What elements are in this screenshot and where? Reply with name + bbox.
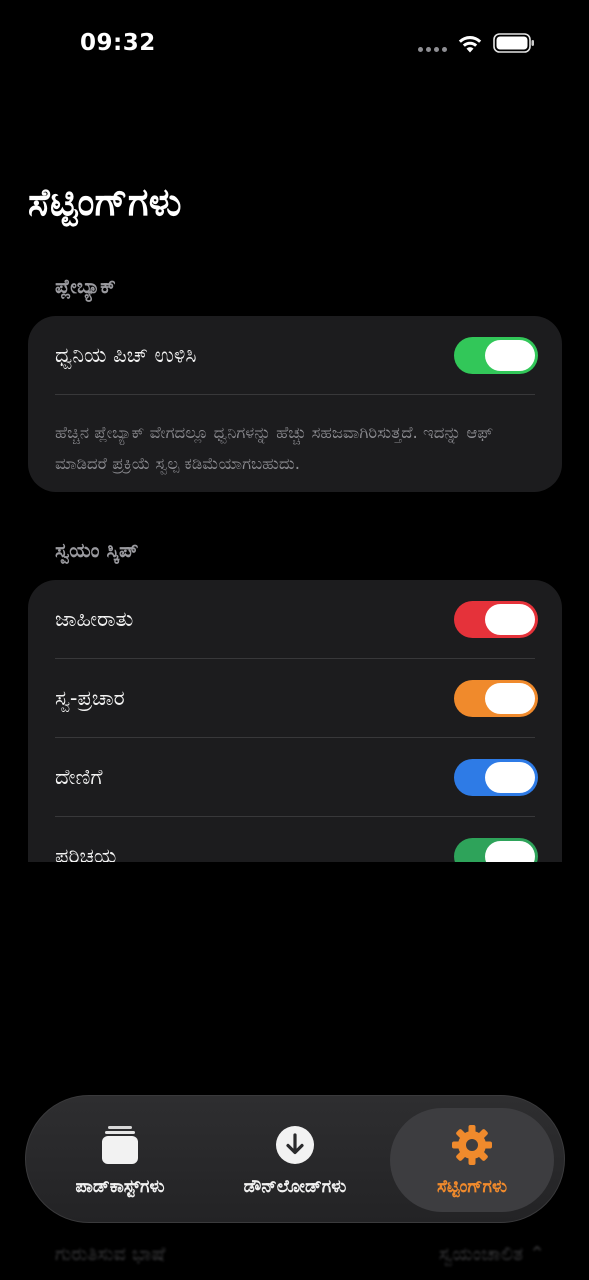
tab-podcasts[interactable]: ಪಾಡ್‌ಕಾಸ್ಟ್‌ಗಳು	[40, 1096, 200, 1224]
row-self-promo[interactable]: ಸ್ವ-ಪ್ರಚಾರ	[28, 659, 562, 738]
self-promo-toggle[interactable]	[454, 680, 538, 717]
tab-downloads[interactable]: ಡೌನ್‌ಲೋಡ್‌ಗಳು	[214, 1096, 376, 1224]
ads-toggle[interactable]	[454, 601, 538, 638]
row-label: ದೇಣಿಗೆ	[55, 765, 103, 789]
tab-settings[interactable]: ಸೆಟ್ಟಿಂಗ್‌ಗಳು	[392, 1096, 552, 1224]
row-ads[interactable]: ಜಾಹೀರಾತು	[28, 580, 562, 659]
row-label: ಸ್ವ-ಪ್ರಚಾರ	[55, 686, 125, 710]
battery-icon	[493, 33, 534, 53]
tab-label: ಸೆಟ್ಟಿಂಗ್‌ಗಳು	[436, 1177, 508, 1197]
tab-label: ಪಾಡ್‌ಕಾಸ್ಟ್‌ಗಳು	[75, 1177, 165, 1197]
status-bar: 09:32	[0, 0, 589, 90]
cellular-icon	[418, 47, 447, 52]
divider	[55, 394, 535, 395]
tab-bar: ಪಾಡ್‌ಕಾಸ್ಟ್‌ಗಳು ಡೌನ್‌ಲೋಡ್‌ಗಳು	[25, 1095, 565, 1223]
row-label: ಧ್ವನಿಯ ಪಿಚ್ ಉಳಿಸಿ	[55, 343, 197, 367]
row-donation[interactable]: ದೇಣಿಗೆ	[28, 738, 562, 817]
donation-toggle[interactable]	[454, 759, 538, 796]
toggle-knob	[485, 340, 535, 371]
wifi-icon	[458, 36, 482, 53]
stack-icon	[98, 1123, 142, 1167]
playback-description: ಹೆಚ್ಚಿನ ಪ್ಲೇಬ್ಯಾಕ್ ವೇಗದಲ್ಲೂ ಧ್ವನಿಗಳನ್ನು …	[55, 423, 494, 473]
status-time: 09:32	[80, 30, 156, 56]
language-value: ಸ್ವಯಂಚಾಲಿತ ⌃	[438, 1243, 545, 1265]
toggle-knob	[485, 683, 535, 714]
toggle-knob	[485, 762, 535, 793]
language-label: ಗುರುತಿಸುವ ಭಾಷೆ	[55, 1243, 166, 1265]
row-keep-pitch[interactable]: ಧ್ವನಿಯ ಪಿಚ್ ಉಳಿಸಿ	[28, 316, 562, 395]
download-icon	[273, 1123, 317, 1167]
toggle-knob	[485, 604, 535, 635]
page-title: ಸೆಟ್ಟಿಂಗ್‌ಗಳು	[28, 180, 182, 224]
hidden-language-row: ಗುರುತಿಸುವ ಭಾಷೆ ಸ್ವಯಂಚಾಲಿತ ⌃	[55, 1243, 545, 1265]
row-label: ಜಾಹೀರಾತು	[55, 607, 134, 631]
tab-label: ಡೌನ್‌ಲೋಡ್‌ಗಳು	[243, 1177, 347, 1197]
section-header-playback: ಪ್ಲೇಬ್ಯಾಕ್	[55, 274, 116, 298]
playback-card: ಧ್ವನಿಯ ಪಿಚ್ ಉಳಿಸಿ ಹೆಚ್ಚಿನ ಪ್ಲೇಬ್ಯಾಕ್ ವೇಗ…	[28, 316, 562, 492]
scroll-clip	[0, 862, 589, 1102]
gear-icon	[450, 1123, 494, 1167]
section-header-autoskip: ಸ್ವಯಂ ಸ್ಕಿಪ್	[55, 538, 139, 562]
keep-pitch-toggle[interactable]	[454, 337, 538, 374]
